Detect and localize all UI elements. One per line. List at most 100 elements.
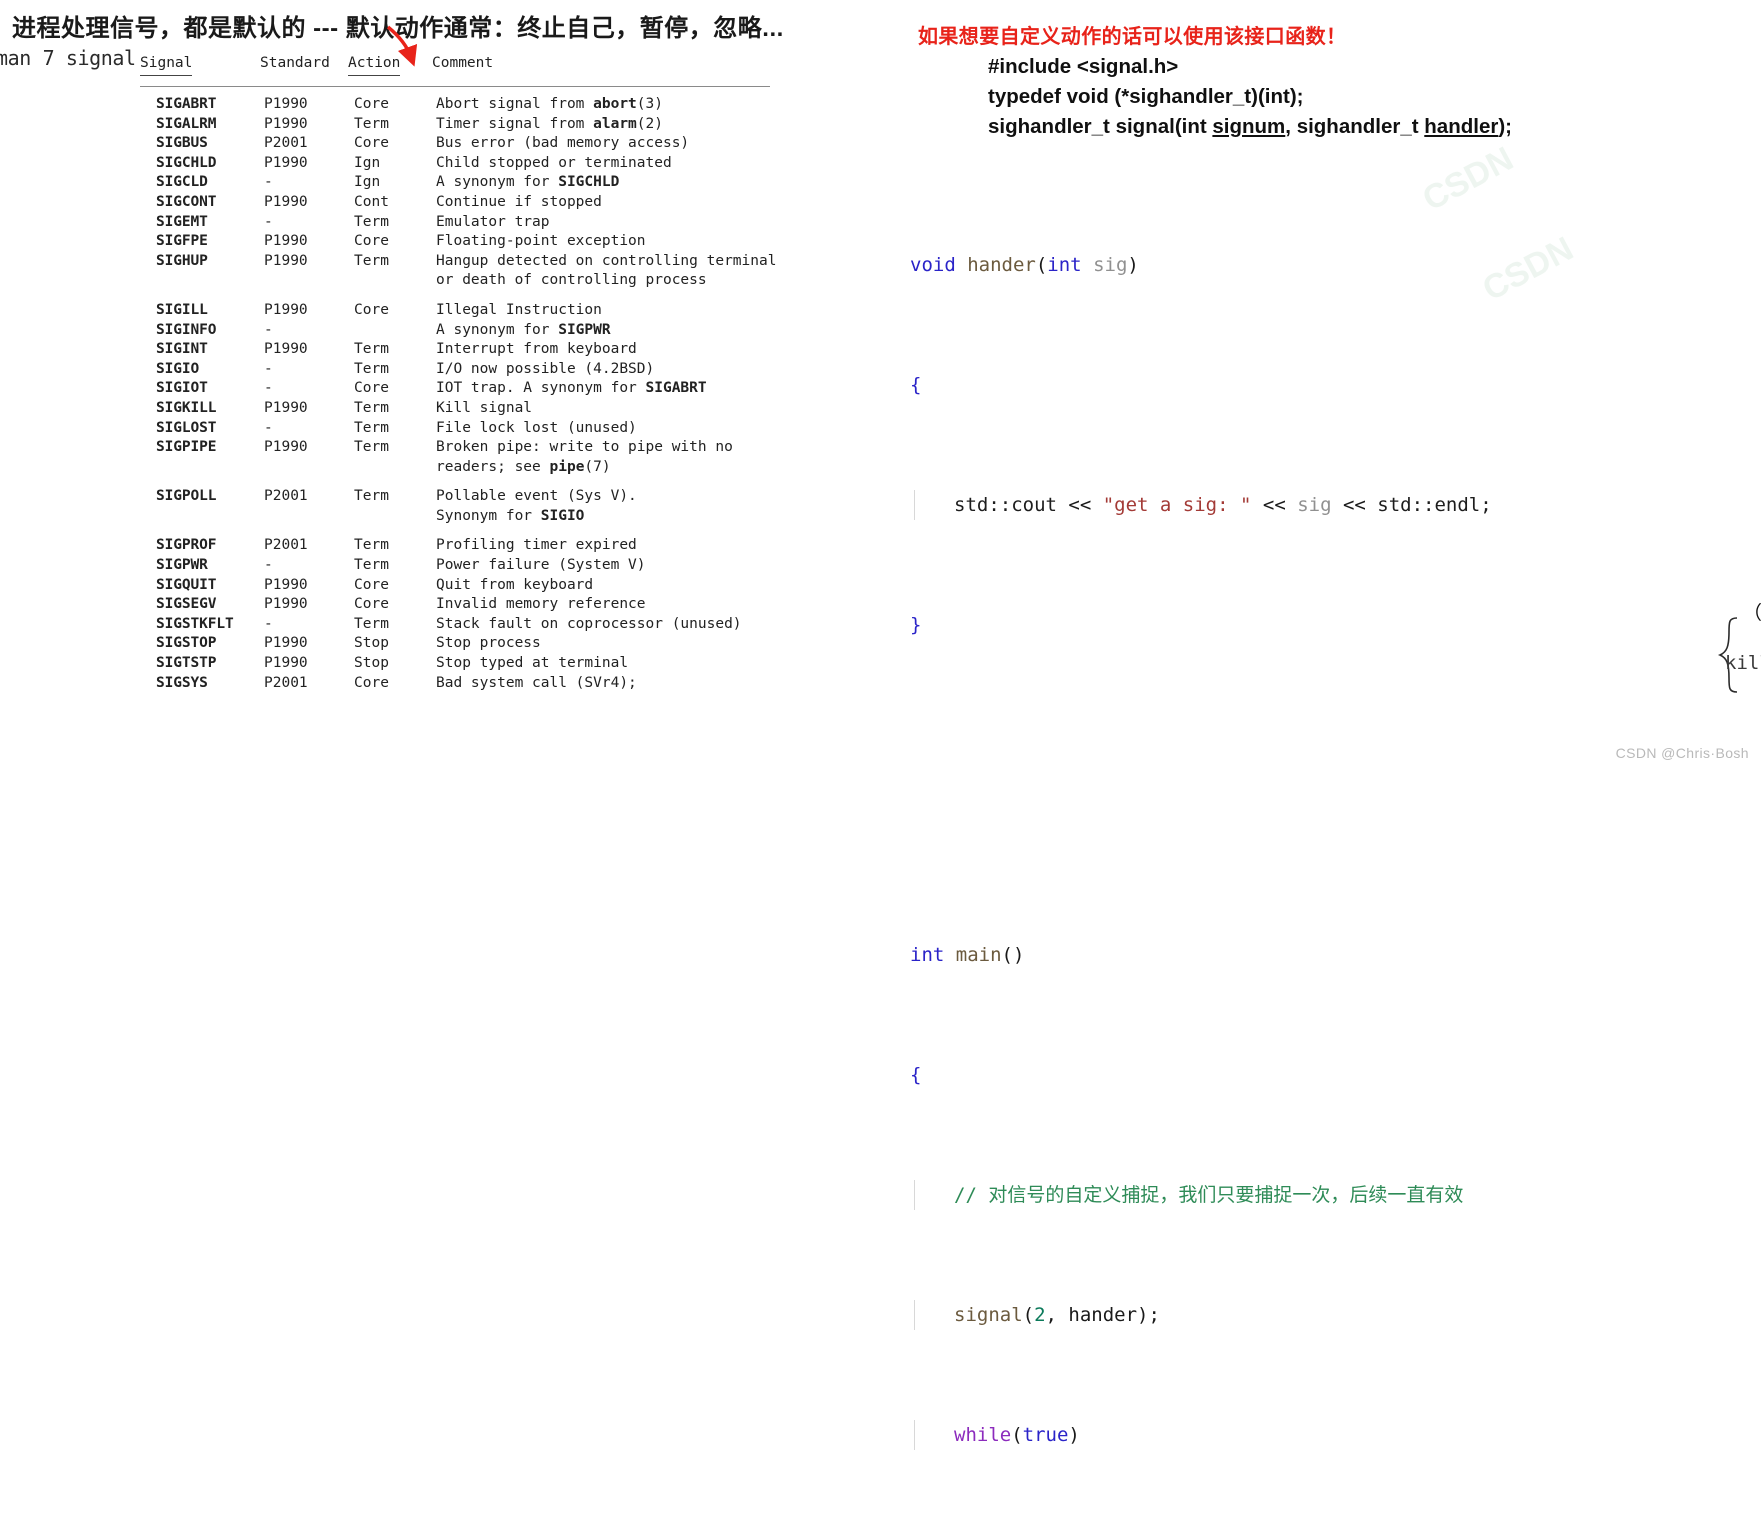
- cell-standard: -: [264, 360, 273, 377]
- cell-comment-emphasis: SIGPWR: [558, 321, 611, 338]
- kw-int: int: [1047, 254, 1082, 276]
- cell-standard: P1990: [264, 655, 308, 672]
- cell-standard: P1990: [264, 115, 308, 132]
- table-row: SIGQUIT P1990 Core Quit from keyboard: [140, 576, 780, 596]
- table-row-gap: [140, 291, 780, 301]
- table-header-row: Signal Standard Action Comment: [140, 54, 780, 76]
- param-sig: sig: [1081, 254, 1128, 276]
- signal-paren-open: (: [1022, 1304, 1035, 1326]
- while-paren-open: (: [1011, 1424, 1023, 1446]
- table-row: SIGTSTP P1990 Stop Stop typed at terminal: [140, 654, 780, 674]
- cell-signal: SIGILL: [156, 301, 208, 318]
- cell-action: Ign: [354, 154, 381, 171]
- table-row-continuation: or death of controlling process: [140, 271, 780, 291]
- cell-comment: Bus error (bad memory access): [436, 135, 690, 152]
- cell-signal: SIGSYS: [156, 674, 208, 691]
- table-row: SIGPIPE P1990 Term Broken pipe: write to pi…: [140, 438, 780, 458]
- cell-action: Term: [354, 115, 389, 132]
- cell-comment-continued: Synonym for SIGIO: [436, 507, 585, 524]
- cell-standard: -: [264, 174, 273, 191]
- header-divider: [140, 86, 770, 87]
- cell-comment: Quit from keyboard: [436, 576, 594, 593]
- cell-standard: P1990: [264, 233, 308, 250]
- table-row: SIGPWR - Term Power failure (System V): [140, 556, 780, 576]
- code-editor[interactable]: void hander(int sig) { std::cout << "get…: [890, 160, 1761, 1538]
- code-line-comment: // 对信号的自定义捕捉，我们只要捕捉一次，后续一直有效: [890, 1180, 1761, 1210]
- cell-action: Term: [354, 615, 389, 632]
- cell-comment-continued-emphasis: pipe: [549, 458, 585, 475]
- cell-signal: SIGABRT: [156, 96, 217, 112]
- proto-param-signum: signum: [1212, 115, 1286, 138]
- table-row-gap: [140, 526, 780, 536]
- cell-comment: Floating-point exception: [436, 233, 646, 250]
- cell-action: Stop: [354, 635, 389, 652]
- cell-standard: P1990: [264, 341, 308, 358]
- code-line-brace-open-1: {: [890, 370, 1761, 400]
- table-row: SIGALRM P1990 Term Timer signal from alarm(…: [140, 115, 780, 135]
- cell-comment: Invalid memory reference: [436, 596, 646, 613]
- col-header-signal: Signal: [140, 54, 193, 76]
- cell-comment-emphasis: alarm: [593, 115, 637, 132]
- kw-while: while: [954, 1424, 1012, 1446]
- brace-open: {: [910, 374, 922, 396]
- code-line-brace-open-2: {: [890, 1060, 1761, 1090]
- id-sig: sig: [1297, 494, 1332, 516]
- id-stdcout: std::cout: [954, 494, 1057, 516]
- signal-args-rest: , hander);: [1045, 1304, 1160, 1326]
- cell-comment-emphasis: abort: [593, 96, 637, 112]
- table-row: SIGSYS P2001 Core Bad system call (SVr4);: [140, 674, 780, 694]
- table-row-continuation: readers; see pipe(7): [140, 458, 780, 478]
- red-instruction-note: 如果想要自定义动作的话可以使用该接口函数！: [918, 26, 1347, 48]
- screenshot-root: 进程处理信号，都是默认的 --- 默认动作通常：终止自己，暂停，忽略... ma…: [0, 0, 1761, 1450]
- table-row: SIGCHLD P1990 Ign Child stopped or terminat…: [140, 154, 780, 174]
- cell-action: Core: [354, 380, 389, 397]
- cell-action: Core: [354, 674, 389, 691]
- cell-comment: A synonym for SIGCHLD: [436, 174, 620, 191]
- code-line-signal-call: signal(2, hander);: [890, 1300, 1761, 1330]
- cell-action: Term: [354, 439, 389, 456]
- cell-action: Core: [354, 596, 389, 613]
- cell-standard: -: [264, 615, 273, 632]
- comment-capture: // 对信号的自定义捕捉，我们只要捕捉一次，后续一直有效: [954, 1184, 1464, 1206]
- table-row-continuation: Synonym for SIGIO: [140, 507, 780, 527]
- table-row: SIGIOT - Core IOT trap. A synonym for SIGAB…: [140, 379, 780, 399]
- cell-standard: -: [264, 321, 273, 338]
- string-get-a-sig: "get a sig: ": [1102, 494, 1252, 516]
- cell-comment: Power failure (System V): [436, 557, 646, 574]
- proto-sig-b: , sighandler_t: [1285, 115, 1425, 138]
- cell-action: Stop: [354, 655, 389, 672]
- table-row: SIGINFO - A synonym for SIGPWR: [140, 321, 780, 341]
- cell-action: Core: [354, 135, 389, 152]
- cell-comment: Bad system call (SVr4);: [436, 674, 637, 691]
- cell-comment: Pollable event (Sys V).: [436, 488, 637, 505]
- table-row: SIGPROF P2001 Term Profiling timer expired: [140, 536, 780, 556]
- cell-action: Ign: [354, 174, 381, 191]
- cell-signal: SIGCLD: [156, 174, 208, 191]
- cell-signal: SIGINFO: [156, 321, 217, 338]
- kw-true: true: [1022, 1424, 1069, 1446]
- cell-standard: P2001: [264, 488, 308, 505]
- cell-comment-continued: readers; see pipe(7): [436, 458, 611, 475]
- man-page-panel: 进程处理信号，都是默认的 --- 默认动作通常：终止自己，暂停，忽略... ma…: [0, 0, 880, 769]
- cell-signal: SIGINT: [156, 341, 208, 358]
- code-line-while: while(true): [890, 1420, 1761, 1450]
- cell-signal: SIGIOT: [156, 380, 208, 397]
- signal-prototype-block: #include <signal.h> typedef void (*sigha…: [988, 52, 1512, 142]
- cell-action: Term: [354, 537, 389, 554]
- kw-int-main: int: [910, 944, 945, 966]
- fn-main: main: [944, 944, 1002, 966]
- table-row: SIGKILL P1990 Term Kill signal: [140, 399, 780, 419]
- table-row: SIGHUP P1990 Term Hangup detected on contro…: [140, 252, 780, 272]
- proto-sig-a: sighandler_t signal(int: [988, 115, 1213, 138]
- cell-comment: Child stopped or terminated: [436, 154, 672, 171]
- cell-action: Cont: [354, 193, 389, 210]
- table-row: SIGSEGV P1990 Core Invalid memory reference: [140, 595, 780, 615]
- table-row: SIGEMT - Term Emulator trap: [140, 213, 780, 233]
- cell-action: Term: [354, 213, 389, 230]
- op-shift-2: <<: [1251, 494, 1298, 516]
- proto-typedef: typedef void (*sighandler_t)(int);: [988, 85, 1304, 108]
- cell-comment-continued: or death of controlling process: [436, 272, 707, 289]
- cell-standard: P1990: [264, 439, 308, 456]
- cell-action: Term: [354, 252, 389, 269]
- code-line-main-decl: int main(): [890, 940, 1761, 970]
